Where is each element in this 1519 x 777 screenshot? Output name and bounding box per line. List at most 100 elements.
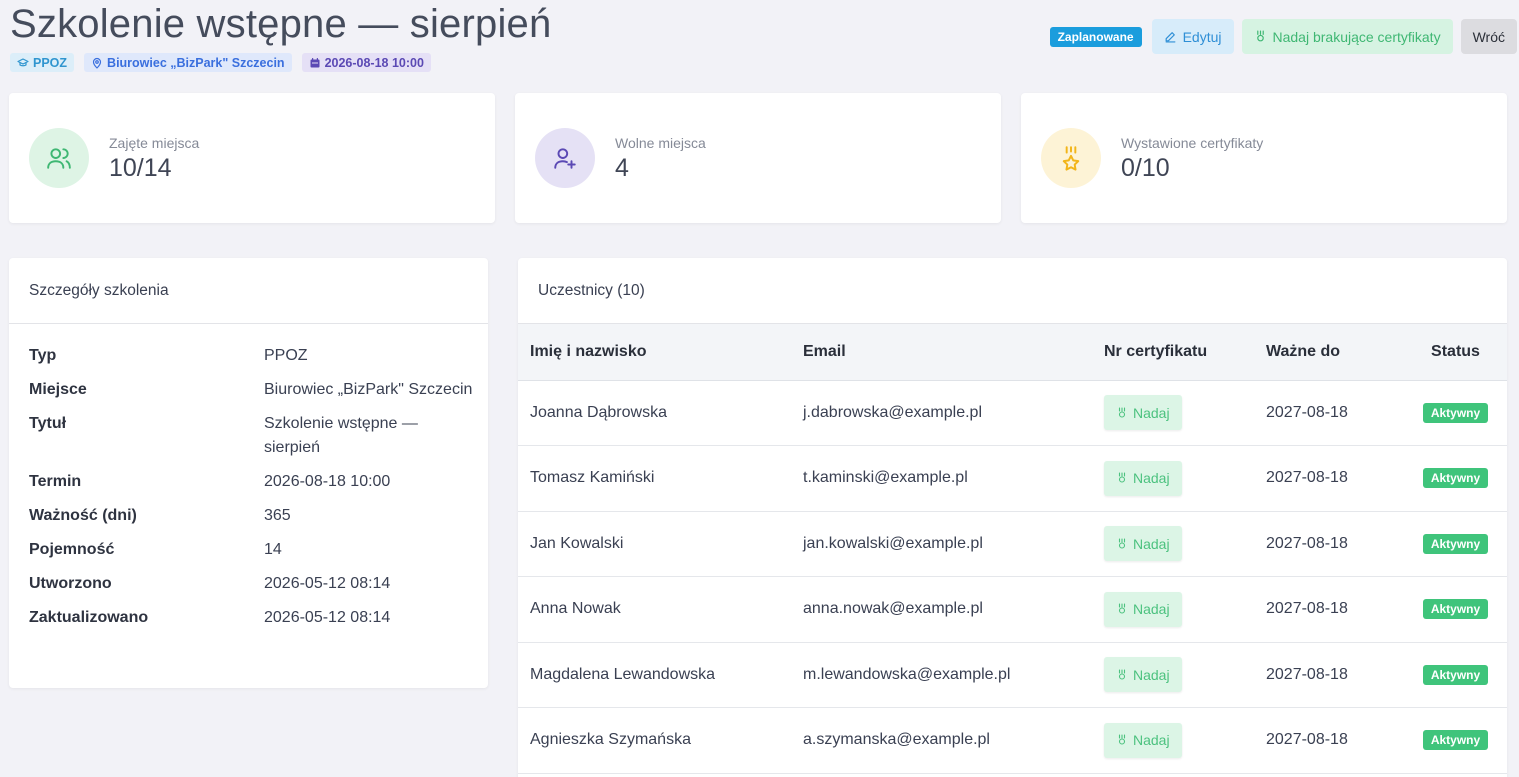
participant-email: t.kaminski@example.pl: [803, 469, 968, 487]
grant-certificate-button[interactable]: Nadaj: [1104, 395, 1182, 431]
status-cell: Aktywny: [1404, 708, 1507, 774]
detail-value: 2026-05-12 08:14: [264, 609, 391, 626]
table-row: Joanna Dąbrowska j.dabrowska@example.pl …: [518, 380, 1507, 446]
status-badge: Aktywny: [1422, 664, 1489, 685]
status-cell: Aktywny: [1404, 577, 1507, 643]
table-row: Magdalena Lewandowska m.lewandowska@exam…: [518, 642, 1507, 708]
grant-missing-certificates-button[interactable]: Nadaj brakujące certyfikaty: [1241, 19, 1453, 54]
award-icon: [1118, 472, 1126, 483]
detail-value: Biurowiec „BizPark" Szczecin: [264, 381, 473, 398]
detail-term: Ważność (dni): [29, 507, 137, 524]
participant-email: j.dabrowska@example.pl: [803, 403, 982, 421]
edit-button-label: Edytuj: [1182, 28, 1222, 45]
date-tag: 2026-08-18 10:00: [301, 53, 431, 72]
participant-name: Tomasz Kamiński: [530, 469, 655, 487]
participant-name: Jan Kowalski: [530, 534, 624, 552]
participant-email: m.lewandowska@example.pl: [803, 665, 1011, 683]
status-badge: Aktywny: [1422, 533, 1489, 554]
status-cell: Aktywny: [1404, 380, 1507, 446]
award-icon: [1256, 30, 1264, 42]
award-icon: [1118, 603, 1126, 614]
edit-button[interactable]: Edytuj: [1151, 19, 1234, 54]
grant-certificate-button[interactable]: Nadaj: [1104, 722, 1182, 758]
valid-until: 2027-08-18: [1266, 600, 1348, 618]
certificate-cell: Nadaj: [1092, 380, 1254, 446]
header-actions: Zaplanowane Edytuj Nadaj brakujące certy…: [1049, 19, 1517, 54]
detail-value: PPOZ: [264, 347, 308, 364]
detail-term: Zaktualizowano: [29, 609, 149, 626]
detail-term: Miejsce: [29, 381, 87, 398]
certificate-cell: Nadaj: [1092, 511, 1254, 577]
participant-name: Agnieszka Szymańska: [530, 731, 691, 749]
participant-name: Magdalena Lewandowska: [530, 665, 716, 683]
detail-value: 14: [264, 541, 282, 558]
table-row: Agnieszka Szymańska a.szymanska@example.…: [518, 708, 1507, 774]
detail-term: Termin: [29, 473, 82, 490]
stat-card-occupied: Zajęte miejsca 10/14: [9, 93, 495, 223]
participant-name: Joanna Dąbrowska: [530, 403, 667, 421]
valid-until: 2027-08-18: [1266, 534, 1348, 552]
award-icon: [1118, 407, 1126, 418]
certificate-cell: Nadaj: [1092, 577, 1254, 643]
detail-value: 2026-05-12 08:14: [264, 575, 391, 592]
grant-certificate-label: Nadaj: [1133, 470, 1170, 487]
participant-email: anna.nowak@example.pl: [803, 600, 983, 618]
status-cell: Aktywny: [1404, 642, 1507, 708]
stat-value: 4: [615, 154, 629, 182]
valid-until: 2027-08-18: [1266, 731, 1348, 749]
detail-term: Utworzono: [29, 575, 112, 592]
grant-missing-certificates-label: Nadaj brakujące certyfikaty: [1272, 28, 1441, 45]
graduation-cap-icon: [17, 57, 29, 66]
certificate-cell: Nadaj: [1092, 708, 1254, 774]
valid-until: 2027-08-18: [1266, 665, 1348, 683]
grant-certificate-button[interactable]: Nadaj: [1104, 526, 1182, 562]
stat-value: 10/14: [109, 154, 172, 182]
detail-row-created: Utworzono 2026-05-12 08:14: [29, 572, 479, 596]
detail-term: Tytuł: [29, 415, 67, 432]
valid-until: 2027-08-18: [1266, 469, 1348, 487]
detail-term: Typ: [29, 347, 57, 364]
details-list: Typ PPOZ Miejsce Biurowiec „BizPark" Szc…: [29, 344, 479, 640]
page-title: Szkolenie wstępne — sierpień: [10, 2, 552, 46]
detail-row-capacity: Pojemność 14: [29, 538, 479, 562]
detail-value: Szkolenie wstępne — sierpień: [264, 415, 418, 456]
participants-heading: Uczestnicy (10): [518, 258, 1507, 324]
pencil-icon: [1165, 32, 1176, 43]
grant-certificate-button[interactable]: Nadaj: [1104, 591, 1182, 627]
participant-name: Anna Nowak: [530, 600, 621, 618]
award-icon: [1118, 538, 1126, 549]
award-icon: [1118, 669, 1126, 680]
detail-row-type: Typ PPOZ: [29, 344, 479, 368]
place-tag: Biurowiec „BizPark" Szczecin: [84, 53, 292, 72]
column-header-name[interactable]: Imię i nazwisko: [518, 324, 791, 380]
grant-certificate-label: Nadaj: [1133, 666, 1170, 683]
column-header-status[interactable]: Status: [1404, 324, 1507, 380]
type-tag: PPOZ: [10, 53, 75, 72]
grant-certificate-button[interactable]: Nadaj: [1104, 460, 1182, 496]
calendar-icon: [310, 57, 320, 67]
grant-certificate-button[interactable]: Nadaj: [1104, 657, 1182, 693]
details-heading: Szczegóły szkolenia: [9, 258, 488, 324]
back-button[interactable]: Wróć: [1460, 19, 1517, 54]
detail-term: Pojemność: [29, 541, 115, 558]
stat-icon-wrapper: [535, 128, 595, 188]
status-cell: Aktywny: [1404, 446, 1507, 512]
date-tag-label: 2026-08-18 10:00: [324, 55, 424, 70]
training-tags: PPOZ Biurowiec „BizPark" Szczecin 2026-0…: [10, 53, 431, 72]
table-row: Tomasz Kamiński t.kaminski@example.pl Na…: [518, 446, 1507, 512]
stat-value: 0/10: [1121, 154, 1170, 182]
table-row: Jan Kowalski jan.kowalski@example.pl Nad…: [518, 511, 1507, 577]
column-header-valid-until[interactable]: Ważne do: [1254, 324, 1404, 380]
type-tag-label: PPOZ: [33, 55, 68, 70]
status-badge: Aktywny: [1422, 402, 1489, 423]
stat-card-certificates: Wystawione certyfikaty 0/10: [1021, 93, 1507, 223]
detail-row-validity: Ważność (dni) 365: [29, 504, 479, 528]
user-plus-icon: [554, 148, 576, 169]
training-details-card: Szczegóły szkolenia Typ PPOZ Miejsce Biu…: [9, 258, 488, 688]
column-header-email[interactable]: Email: [791, 324, 1092, 380]
users-icon: [47, 148, 71, 169]
participant-email: jan.kowalski@example.pl: [803, 534, 983, 552]
certificate-cell: Nadaj: [1092, 446, 1254, 512]
detail-row-date: Termin 2026-08-18 10:00: [29, 470, 479, 494]
column-header-certificate-number[interactable]: Nr certyfikatu: [1092, 324, 1254, 380]
